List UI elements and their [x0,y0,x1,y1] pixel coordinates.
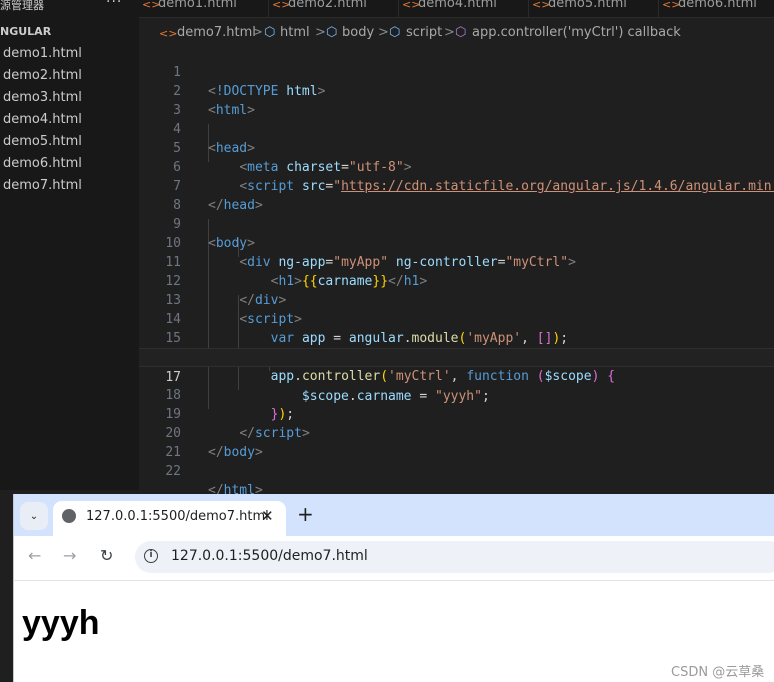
breadcrumb-script[interactable]: script [406,25,442,40]
code-line: 21 [139,424,774,460]
chevron-right-icon: > [378,25,389,40]
code-line: 18 }); [139,367,774,422]
breadcrumb-callback[interactable]: app.controller('myCtrl') callback [472,25,681,40]
editor-tab-bar: <> demo1.html <> demo2.html <> demo4.htm… [139,0,774,18]
code-editor[interactable]: 1 <!DOCTYPE html> 2 <html> 3 4 <head> 5 … [139,44,774,498]
code-line: 2 <html> [139,63,774,118]
code-line: 8 [139,177,774,213]
code-line: 1 <!DOCTYPE html> [139,44,774,99]
chevron-right-icon: > [252,25,263,40]
workspace-section-title[interactable]: NGULAR [0,25,51,38]
browser-window: ⌄ 127.0.0.1:5500/demo7.html ✕ + ← → ↻ i … [13,494,774,682]
explorer-file-demo3[interactable]: demo3.html [3,90,82,105]
code-line: 9 <body> [139,196,774,251]
code-line: 4 <head> [139,101,774,156]
breadcrumb: <> demo7.html > ⬡ html > ⬡ body > ⬡ scri… [139,22,774,44]
browser-tab-strip: ⌄ 127.0.0.1:5500/demo7.html ✕ + [14,494,774,536]
editor-tab-demo5[interactable]: <> demo5.html [529,0,659,17]
forward-arrow-icon[interactable]: → [63,546,76,565]
breadcrumb-file[interactable]: demo7.html [177,25,256,40]
explorer-file-demo4[interactable]: demo4.html [3,112,82,127]
page-viewport: yyyh CSDN @云草桑 [14,581,774,682]
code-line: 5 <meta charset="utf-8"> [139,120,774,175]
browser-toolbar: ← → ↻ i 127.0.0.1:5500/demo7.html [14,536,774,581]
editor-tab-demo4[interactable]: <> demo4.html [399,0,529,17]
code-line: 19 </script> [139,386,774,441]
close-icon[interactable]: ✕ [261,507,274,525]
code-line: 11 <h1>{{carname}}</h1> [139,234,774,289]
code-line-current: 17 $scope.carname = "yyyh"; [139,348,774,404]
explorer-file-demo6[interactable]: demo6.html [3,156,82,171]
browser-tab-title: 127.0.0.1:5500/demo7.html [86,509,269,524]
line-number: 22 [165,464,181,479]
explorer-sidebar: 源管理器 ··· NGULAR demo1.html demo2.html de… [0,0,139,490]
editor-tab-demo6[interactable]: <> demo6.html [659,0,774,17]
code-line: 3 [139,82,774,118]
site-info-icon[interactable]: i [144,549,158,563]
explorer-file-demo1[interactable]: demo1.html [3,46,82,61]
explorer-file-demo7[interactable]: demo7.html [3,178,82,193]
explorer-file-demo5[interactable]: demo5.html [3,134,82,149]
page-heading: yyyh [22,604,100,642]
element-cube-icon: ⬡ [264,25,276,40]
editor-tab-label: demo2.html [288,0,367,11]
code-line: 16 app.controller('myCtrl', function ($s… [139,329,774,384]
editor-tab-label: demo6.html [678,0,757,11]
explorer-title: 源管理器 [0,0,44,12]
editor-tab-label: demo5.html [548,0,627,11]
new-tab-button[interactable]: + [297,502,314,526]
editor-tab-demo1[interactable]: <> demo1.html [139,0,269,17]
code-line: 6 <script src="https://cdn.staticfile.or… [139,139,774,194]
address-bar[interactable]: i 127.0.0.1:5500/demo7.html [135,541,774,573]
code-line: 7 </head> [139,158,774,213]
reload-icon[interactable]: ↻ [100,546,113,565]
chevron-down-icon: ⌄ [29,510,39,522]
back-arrow-icon[interactable]: ← [28,546,41,565]
explorer-file-demo2[interactable]: demo2.html [3,68,82,83]
chevron-right-icon: > [444,25,455,40]
browser-tab-active[interactable]: 127.0.0.1:5500/demo7.html ✕ [53,501,286,536]
chevron-right-icon: > [315,25,326,40]
tab-search-button[interactable]: ⌄ [20,502,48,530]
code-line: 14 var app = angular.module('myApp', [])… [139,291,774,346]
code-line: 12 </div> [139,253,774,308]
breadcrumb-body[interactable]: body [342,25,374,40]
csdn-watermark: CSDN @云草桑 [671,665,765,680]
editor-tab-label: demo1.html [158,0,237,11]
editor-tab-demo2[interactable]: <> demo2.html [269,0,399,17]
address-bar-url[interactable]: 127.0.0.1:5500/demo7.html [171,548,368,564]
method-cube-icon: ⬡ [455,25,467,40]
element-cube-icon: ⬡ [326,25,338,40]
code-line: 22 </html> [139,443,774,498]
code-line: 10 <div ng-app="myApp" ng-controller="my… [139,215,774,270]
html-file-icon: <> [159,27,178,40]
more-actions-icon[interactable]: ··· [106,0,122,10]
globe-icon [62,509,76,523]
code-line: 13 <script> [139,272,774,327]
element-cube-icon: ⬡ [389,25,401,40]
breadcrumb-html[interactable]: html [280,25,310,40]
code-line: 20 </body> [139,405,774,460]
code-line: 15 [139,310,774,346]
editor-tab-label: demo4.html [418,0,497,11]
